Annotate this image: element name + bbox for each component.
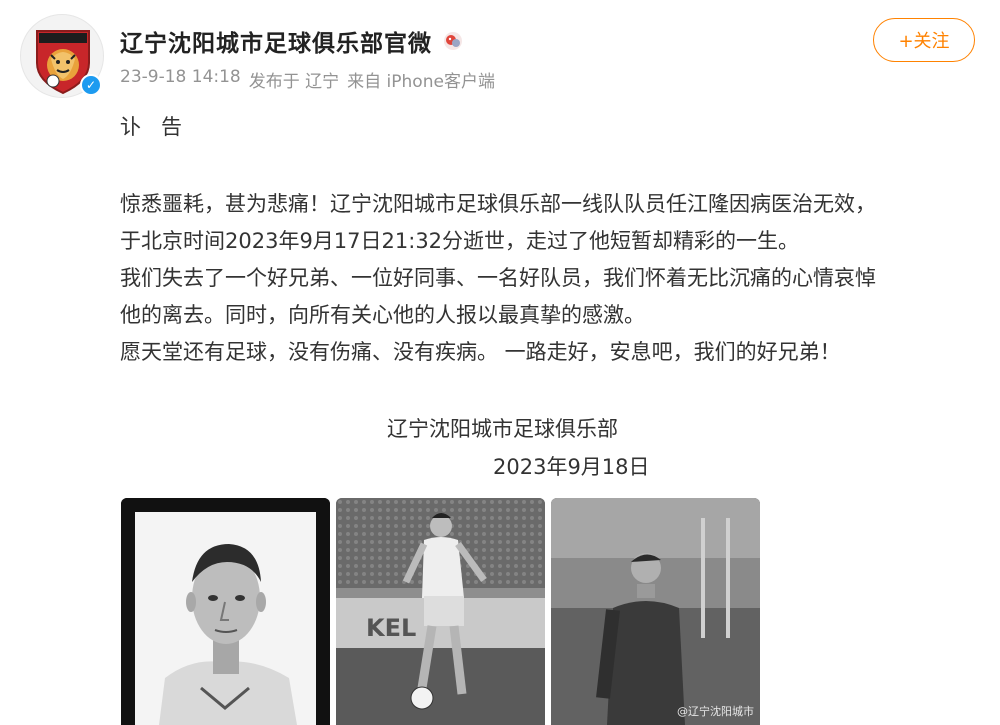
post-photo-2[interactable]: KEL <box>336 498 545 725</box>
svg-text:KEL: KEL <box>366 614 416 642</box>
author-name[interactable]: 辽宁沈阳城市足球俱乐部官微 <box>120 24 432 58</box>
post-line: 惊悉噩耗，甚为悲痛！辽宁沈阳城市足球俱乐部一线队队员任江隆因病医治无效， <box>120 192 876 216</box>
post-source: 来自 iPhone客户端 <box>347 72 495 92</box>
photo-watermark: @辽宁沈阳城市 <box>677 705 754 718</box>
author-avatar[interactable]: ✓ <box>20 14 104 98</box>
post-location: 发布于 辽宁 <box>248 72 340 92</box>
post-line: 愿天堂还有足球，没有伤痛、没有疾病。 一路走好，安息吧，我们的好兄弟！ <box>120 340 841 364</box>
post-line: 于北京时间2023年9月17日21:32分逝世，走过了他短暂却精彩的一生。 <box>120 229 800 253</box>
signature-org: 辽宁沈阳城市足球俱乐部 <box>387 417 618 441</box>
weibo-post: ✓ 辽宁沈阳城市足球俱乐部官微 23-9-18 14:18 发布于 辽宁 来自 … <box>0 0 1000 725</box>
post-photo-1[interactable] <box>121 498 330 725</box>
post-photo-3[interactable]: @辽宁沈阳城市 <box>551 498 760 725</box>
verified-check-icon: ✓ <box>80 74 102 96</box>
post-time[interactable]: 23-9-18 14:18 <box>120 67 241 92</box>
post-meta: 23-9-18 14:18 发布于 辽宁 来自 iPhone客户端 <box>120 67 495 92</box>
post-title: 讣告 <box>120 115 202 139</box>
post-line: 我们失去了一个好兄弟、一位好同事、一名好队员，我们怀着无比沉痛的心情哀悼 <box>120 266 876 290</box>
member-badge-icon <box>442 30 464 52</box>
post-line: 他的离去。同时，向所有关心他的人报以最真挚的感激。 <box>120 303 645 327</box>
follow-button[interactable]: +关注 <box>873 18 975 62</box>
author-header: 辽宁沈阳城市足球俱乐部官微 <box>120 24 464 58</box>
signature-date: 2023年9月18日 <box>493 455 650 479</box>
